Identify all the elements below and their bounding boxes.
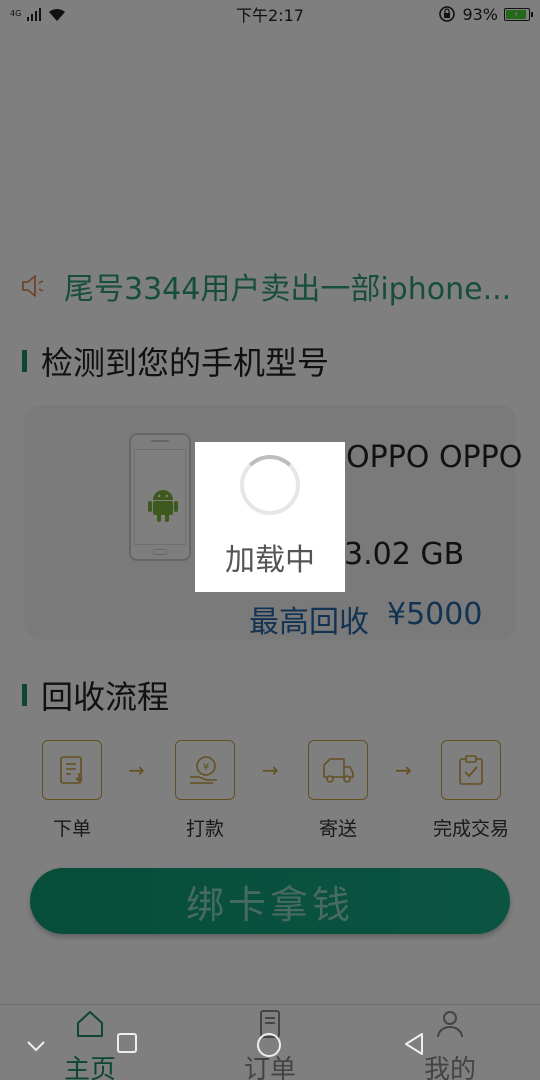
chevron-down-icon[interactable] <box>26 1040 46 1052</box>
loading-spinner-icon <box>240 455 300 515</box>
back-triangle-icon[interactable] <box>402 1032 426 1056</box>
home-circle-icon[interactable] <box>256 1032 282 1058</box>
recent-apps-icon[interactable] <box>116 1032 138 1054</box>
system-nav-bar <box>0 1032 540 1062</box>
loading-text: 加载中 <box>225 543 315 578</box>
loading-dialog: 加载中 <box>195 442 345 592</box>
